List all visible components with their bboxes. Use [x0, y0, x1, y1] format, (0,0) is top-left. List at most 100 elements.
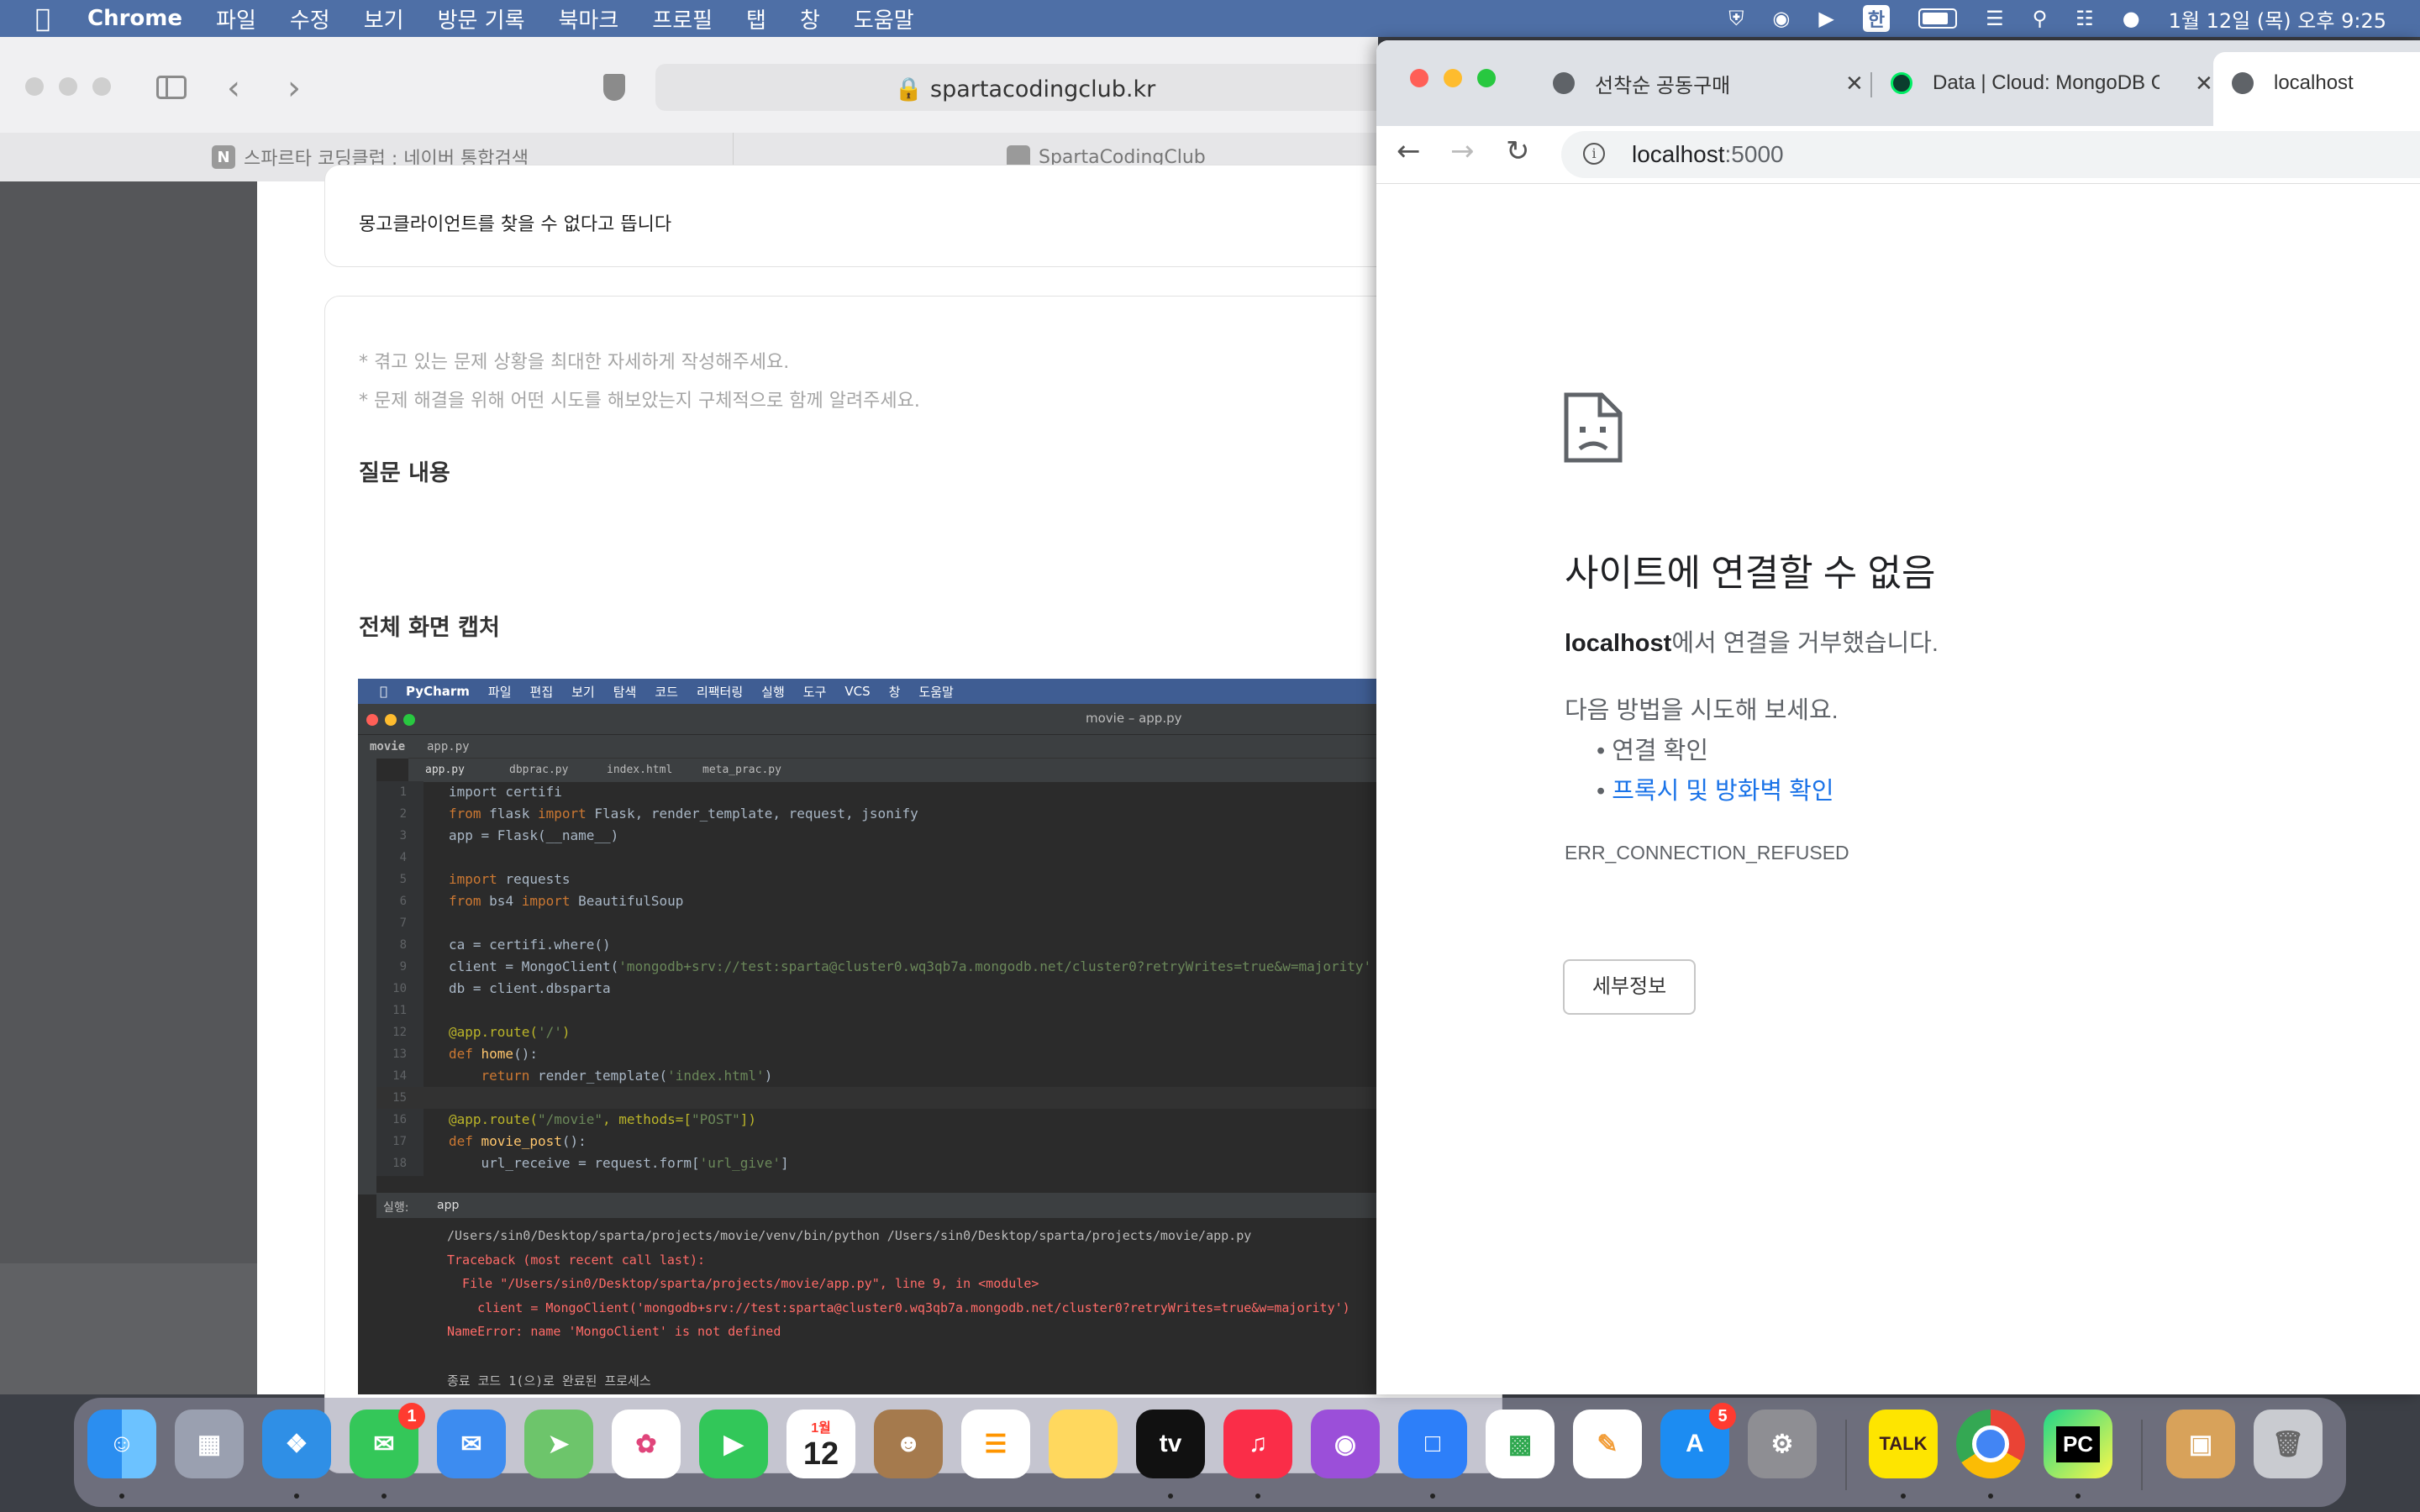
- apple-icon[interactable]: : [35, 4, 50, 34]
- close-window-button[interactable]: [1410, 69, 1428, 87]
- system-preferences-icon[interactable]: ⚙: [1748, 1410, 1817, 1478]
- facetime-icon[interactable]: ▶: [699, 1410, 768, 1478]
- line-number: 11: [392, 1004, 407, 1017]
- trash-icon[interactable]: 🗑: [2254, 1410, 2323, 1478]
- menu-profiles[interactable]: 프로필: [652, 3, 713, 34]
- chrome-tab-localhost-active[interactable]: localhost: [2213, 52, 2420, 126]
- maps-icon[interactable]: ➤: [524, 1410, 593, 1478]
- kakaotalk-icon[interactable]: TALK: [1869, 1410, 1938, 1478]
- zoom-window-button[interactable]: [1477, 69, 1496, 87]
- kakaotalk-label: TALK: [1879, 1433, 1928, 1454]
- back-arrow-icon[interactable]: ←: [1397, 134, 1421, 168]
- menu-bookmarks[interactable]: 북마크: [559, 3, 619, 34]
- chrome-tab-mongodb[interactable]: Data | Cloud: MongoDB Cl ✕: [1891, 57, 2213, 109]
- apple-tv-label: tv: [1159, 1430, 1182, 1457]
- menu-tab[interactable]: 탭: [746, 3, 766, 34]
- error-code: ERR_CONNECTION_REFUSED: [1565, 842, 1849, 864]
- podcasts-icon[interactable]: ◉: [1311, 1410, 1380, 1478]
- chrome-tab-strip: 선착순 공동구매 ✕ Data | Cloud: MongoDB Cl ✕ lo…: [1376, 40, 2420, 126]
- proxy-firewall-link[interactable]: 프록시 및 방화벽 확인: [1612, 778, 1833, 805]
- menu-view[interactable]: 보기: [364, 3, 404, 34]
- code-line: 7: [376, 912, 1378, 934]
- calendar-icon[interactable]: 1월 12: [786, 1410, 855, 1478]
- play-circle-icon[interactable]: ▶: [1818, 7, 1833, 30]
- close-tab-icon[interactable]: ✕: [1845, 71, 1864, 97]
- chrome-omnibox[interactable]: i localhost:5000: [1561, 131, 2420, 178]
- apple-tv-icon[interactable]: tv: [1136, 1410, 1205, 1478]
- pages-icon[interactable]: ✎: [1573, 1410, 1642, 1478]
- mongodb-leaf-icon: [1891, 72, 1912, 94]
- photos-icon[interactable]: ✿: [612, 1410, 681, 1478]
- running-indicator: [119, 1494, 124, 1499]
- zoom-window-button[interactable]: [92, 77, 111, 96]
- back-arrow-icon[interactable]: ‹: [227, 69, 240, 108]
- tab-divider: [1870, 72, 1872, 97]
- suggestion-proxy-firewall[interactable]: • 프록시 및 방화벽 확인: [1597, 771, 1834, 806]
- chat-status-icon[interactable]: ◉: [1772, 7, 1790, 30]
- chrome-tab-group-buy[interactable]: 선착순 공동구매 ✕: [1553, 57, 1864, 109]
- safari-icon[interactable]: ❖: [262, 1410, 331, 1478]
- notes-icon[interactable]: [1049, 1410, 1118, 1478]
- music-icon[interactable]: ♫: [1223, 1410, 1292, 1478]
- menu-file[interactable]: 파일: [216, 3, 256, 34]
- pycharm-menu-bar:  PyCharm 파일 편집 보기 탐색 코드 리팩터링 실행 도구 VCS …: [358, 679, 1378, 704]
- editor-tab: index.html: [607, 764, 673, 776]
- pycharm-menu-item: VCS: [837, 684, 870, 699]
- safari-address-bar[interactable]: 🔒 spartacodingclub.kr: [655, 64, 1395, 111]
- minimize-window-button[interactable]: [1444, 69, 1462, 87]
- finder-icon[interactable]: ☺: [87, 1410, 156, 1478]
- wifi-icon[interactable]: ☰: [1986, 7, 2004, 30]
- reload-icon[interactable]: ↻: [1506, 134, 1530, 168]
- input-source-indicator[interactable]: 한: [1862, 5, 1891, 32]
- menu-history[interactable]: 방문 기록: [438, 3, 525, 34]
- menu-window[interactable]: 창: [800, 3, 820, 34]
- menu-help[interactable]: 도움말: [854, 3, 914, 34]
- vpn-shield-icon[interactable]: ⛨: [1728, 7, 1744, 30]
- menu-app-name[interactable]: Chrome: [87, 6, 182, 31]
- app-store-icon[interactable]: A5: [1660, 1403, 1736, 1478]
- control-center-icon[interactable]: ☷: [2075, 7, 2094, 30]
- close-tab-icon[interactable]: ✕: [2195, 71, 2213, 97]
- question-title-card[interactable]: 몽고클라이언트를 찾을 수 없다고 뜹니다: [324, 165, 1502, 267]
- pycharm-menu-item: 탐색: [605, 684, 637, 700]
- spotlight-search-icon[interactable]: ⚲: [2033, 7, 2048, 30]
- menu-edit[interactable]: 수정: [290, 3, 330, 34]
- calendar-day: 12: [802, 1436, 839, 1472]
- breadcrumb-file: app.py: [427, 740, 470, 753]
- sidebar-toggle-icon[interactable]: [156, 76, 187, 99]
- code-line: 16 @app.route("/movie", methods=["POST"]): [376, 1109, 1378, 1131]
- downloads-stack-icon[interactable]: ▣: [2166, 1410, 2235, 1478]
- site-info-icon[interactable]: i: [1583, 143, 1605, 165]
- privacy-shield-icon[interactable]: [603, 74, 625, 101]
- keynote-icon[interactable]: □: [1398, 1410, 1467, 1478]
- reminders-icon[interactable]: ☰: [961, 1410, 1030, 1478]
- code-line: 1 import certifi: [376, 781, 1378, 803]
- minimize-window-button[interactable]: [59, 77, 77, 96]
- forward-arrow-icon[interactable]: →: [1450, 134, 1475, 168]
- numbers-icon[interactable]: ▩: [1486, 1410, 1555, 1478]
- running-indicator: [1255, 1494, 1260, 1499]
- mail-icon[interactable]: ✉: [437, 1410, 506, 1478]
- pycharm-icon[interactable]: PC: [2044, 1410, 2112, 1478]
- pycharm-label: PC: [2055, 1425, 2101, 1462]
- battery-icon[interactable]: [1918, 8, 1958, 29]
- dock-separator: [2141, 1420, 2143, 1490]
- code-text: @app.route("/movie", methods=["POST"]): [449, 1111, 757, 1127]
- close-window-button[interactable]: [25, 77, 44, 96]
- messages-icon[interactable]: ✉ 1: [350, 1403, 425, 1478]
- contacts-icon[interactable]: ☻: [874, 1410, 943, 1478]
- details-button[interactable]: 세부정보: [1563, 959, 1696, 1015]
- sad-page-icon: [1564, 392, 1623, 463]
- pycharm-menu-item: 보기: [564, 684, 595, 700]
- tab-label: Data | Cloud: MongoDB Cl: [1933, 71, 2160, 94]
- line-number: 17: [392, 1135, 407, 1148]
- launchpad-icon[interactable]: ▦: [175, 1410, 244, 1478]
- code-line: 18 url_receive = request.form['url_give'…: [376, 1152, 1378, 1174]
- chrome-icon[interactable]: [1956, 1410, 2025, 1478]
- globe-icon: [1553, 72, 1575, 94]
- code-line: 15: [376, 1087, 1378, 1109]
- menubar-clock[interactable]: 1월 12일 (목) 오후 9:25: [2169, 4, 2386, 34]
- forward-arrow-icon[interactable]: ›: [287, 69, 301, 108]
- pycharm-menu-item: 리팩터링: [688, 684, 743, 700]
- siri-icon[interactable]: ●: [2123, 7, 2140, 30]
